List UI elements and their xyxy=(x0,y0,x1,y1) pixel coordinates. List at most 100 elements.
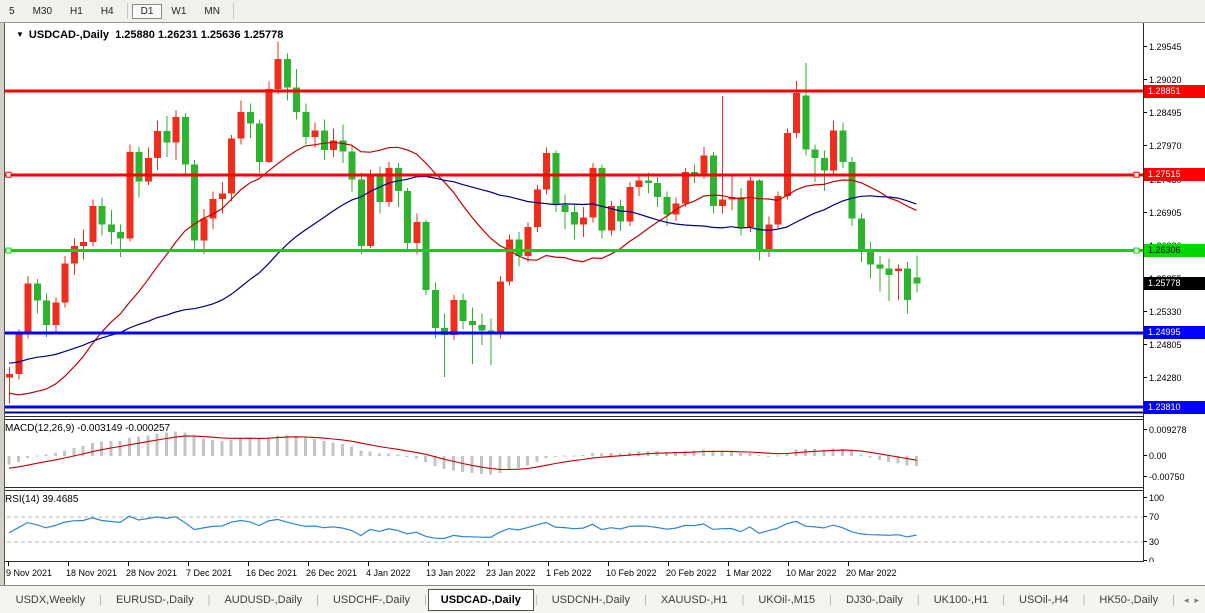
macd-histogram-bar xyxy=(248,438,251,456)
candle-body xyxy=(386,168,393,202)
macd-histogram-bar xyxy=(239,438,242,456)
macd-histogram-bar xyxy=(489,456,492,474)
macd-histogram-bar xyxy=(452,456,455,470)
tab-scroll-left-icon[interactable]: ◂ xyxy=(1184,595,1195,605)
candle-body xyxy=(126,152,133,239)
price-chart[interactable] xyxy=(0,23,1143,417)
candle-body xyxy=(395,168,402,191)
candle-body xyxy=(265,89,272,162)
candle-body xyxy=(284,59,291,87)
candle-body xyxy=(71,246,78,264)
candle-body xyxy=(719,200,726,206)
tab-usdchf-daily[interactable]: USDCHF-,Daily xyxy=(320,590,423,610)
macd-histogram-bar xyxy=(202,438,205,456)
tab-separator: | xyxy=(1171,594,1176,606)
candle-body xyxy=(367,174,374,245)
macd-histogram-bar xyxy=(443,456,446,469)
trading-platform-window: 5M30H1H4 D1W1MN ▼ USDCAD-,Daily 1.25880 1.… xyxy=(0,0,1205,613)
candle-body xyxy=(626,187,633,221)
candle-body xyxy=(117,232,124,238)
macd-histogram-bar xyxy=(313,439,316,456)
candle-body xyxy=(256,124,263,162)
macd-panel[interactable] xyxy=(0,420,1143,488)
time-axis-tick xyxy=(848,562,849,566)
tab-eurusd-daily[interactable]: EURUSD-,Daily xyxy=(103,590,207,610)
macd-histogram-bar xyxy=(582,455,585,456)
axis-tick-label: 100 xyxy=(1144,493,1205,504)
time-axis-tick xyxy=(368,562,369,566)
candle-body xyxy=(756,181,763,252)
candle-body xyxy=(497,282,504,334)
tab-scroll-right-icon[interactable]: ▸ xyxy=(1194,595,1205,605)
rsi-value: 39.4685 xyxy=(42,494,78,505)
macd-histogram-bar xyxy=(396,455,399,456)
chart-ohlc-values: 1.25880 1.26231 1.25636 1.25778 xyxy=(115,29,283,41)
tab-hk50-daily[interactable]: HK50-,Daily xyxy=(1086,590,1171,610)
tab-usoil-h4[interactable]: USOil-,H4 xyxy=(1006,590,1082,610)
macd-histogram-bar xyxy=(378,453,381,456)
macd-histogram-bar xyxy=(100,442,103,456)
macd-histogram-bar xyxy=(359,451,362,456)
candle-body xyxy=(571,212,578,225)
date-label: 28 Nov 2021 xyxy=(126,568,177,578)
candle-body xyxy=(506,240,513,282)
tab-usdcnh-daily[interactable]: USDCNH-,Daily xyxy=(539,590,643,610)
candle-body xyxy=(460,300,467,321)
candle-body xyxy=(80,242,87,246)
time-axis-tick xyxy=(728,562,729,566)
macd-histogram-bar xyxy=(276,435,279,456)
date-label: 9 Nov 2021 xyxy=(6,568,52,578)
timeframe-button-h1[interactable]: H1 xyxy=(61,4,92,19)
candle-body xyxy=(339,141,346,152)
timeframe-button-m30[interactable]: M30 xyxy=(24,4,61,19)
toolbar-separator xyxy=(127,3,128,19)
rsi-line xyxy=(9,516,916,538)
line-anchor-handle xyxy=(1134,172,1139,177)
tab-audusd-daily[interactable]: AUDUSD-,Daily xyxy=(211,590,315,610)
chart-symbol: USDCAD-,Daily xyxy=(29,29,109,41)
candle-body xyxy=(99,206,106,225)
time-axis-tick xyxy=(548,562,549,566)
macd-histogram-bar xyxy=(776,455,779,456)
candle-body xyxy=(182,117,189,165)
tab-dj30-daily[interactable]: DJ30-,Daily xyxy=(833,590,916,610)
price-badge: 1.27515 xyxy=(1144,168,1205,181)
tab-usdx-weekly[interactable]: USDX,Weekly xyxy=(3,590,98,610)
macd-histogram-bar xyxy=(739,453,742,456)
candle-body xyxy=(876,265,883,269)
symbol-dropdown-icon[interactable]: ▼ xyxy=(16,30,24,39)
candle-body xyxy=(580,218,587,225)
tab-ukoil-m15[interactable]: UKOil-,M15 xyxy=(745,590,828,610)
price-badge: 1.25778 xyxy=(1144,277,1205,290)
macd-histogram-bar xyxy=(906,456,909,465)
candle-body xyxy=(738,197,745,227)
candle-body xyxy=(858,218,865,252)
macd-histogram-bar xyxy=(72,448,75,456)
macd-histogram-bar xyxy=(545,456,548,458)
date-label: 18 Nov 2021 xyxy=(66,568,117,578)
axis-tick-label: 1.27970 xyxy=(1144,141,1205,152)
candle-body xyxy=(904,269,911,300)
candle-body xyxy=(312,131,319,137)
timeframe-button-h4[interactable]: H4 xyxy=(92,4,123,19)
candle-body xyxy=(867,252,874,265)
rsi-panel[interactable] xyxy=(0,491,1143,561)
time-axis-tick xyxy=(248,562,249,566)
panel-resize-separator[interactable] xyxy=(0,487,1205,491)
timeframe-button-w1[interactable]: W1 xyxy=(162,4,195,19)
macd-histogram-bar xyxy=(591,453,594,456)
tab-xauusd-h1[interactable]: XAUUSD-,H1 xyxy=(648,590,741,610)
timeframe-button-d1[interactable]: D1 xyxy=(132,4,163,19)
tab-usdcad-daily[interactable]: USDCAD-,Daily xyxy=(428,589,534,611)
candle-body xyxy=(515,240,522,256)
macd-histogram-bar xyxy=(554,456,557,457)
macd-histogram-bar xyxy=(859,454,862,456)
timeframe-button-mn[interactable]: MN xyxy=(195,4,229,19)
macd-histogram-bar xyxy=(721,451,724,456)
panel-resize-separator[interactable] xyxy=(0,416,1205,420)
macd-histogram-bar xyxy=(304,438,307,456)
timeframe-toolbar: 5M30H1H4 D1W1MN xyxy=(0,0,1205,23)
timeframe-button-5[interactable]: 5 xyxy=(0,4,24,19)
tab-uk100-h1[interactable]: UK100-,H1 xyxy=(921,590,1001,610)
candle-body xyxy=(173,117,180,143)
